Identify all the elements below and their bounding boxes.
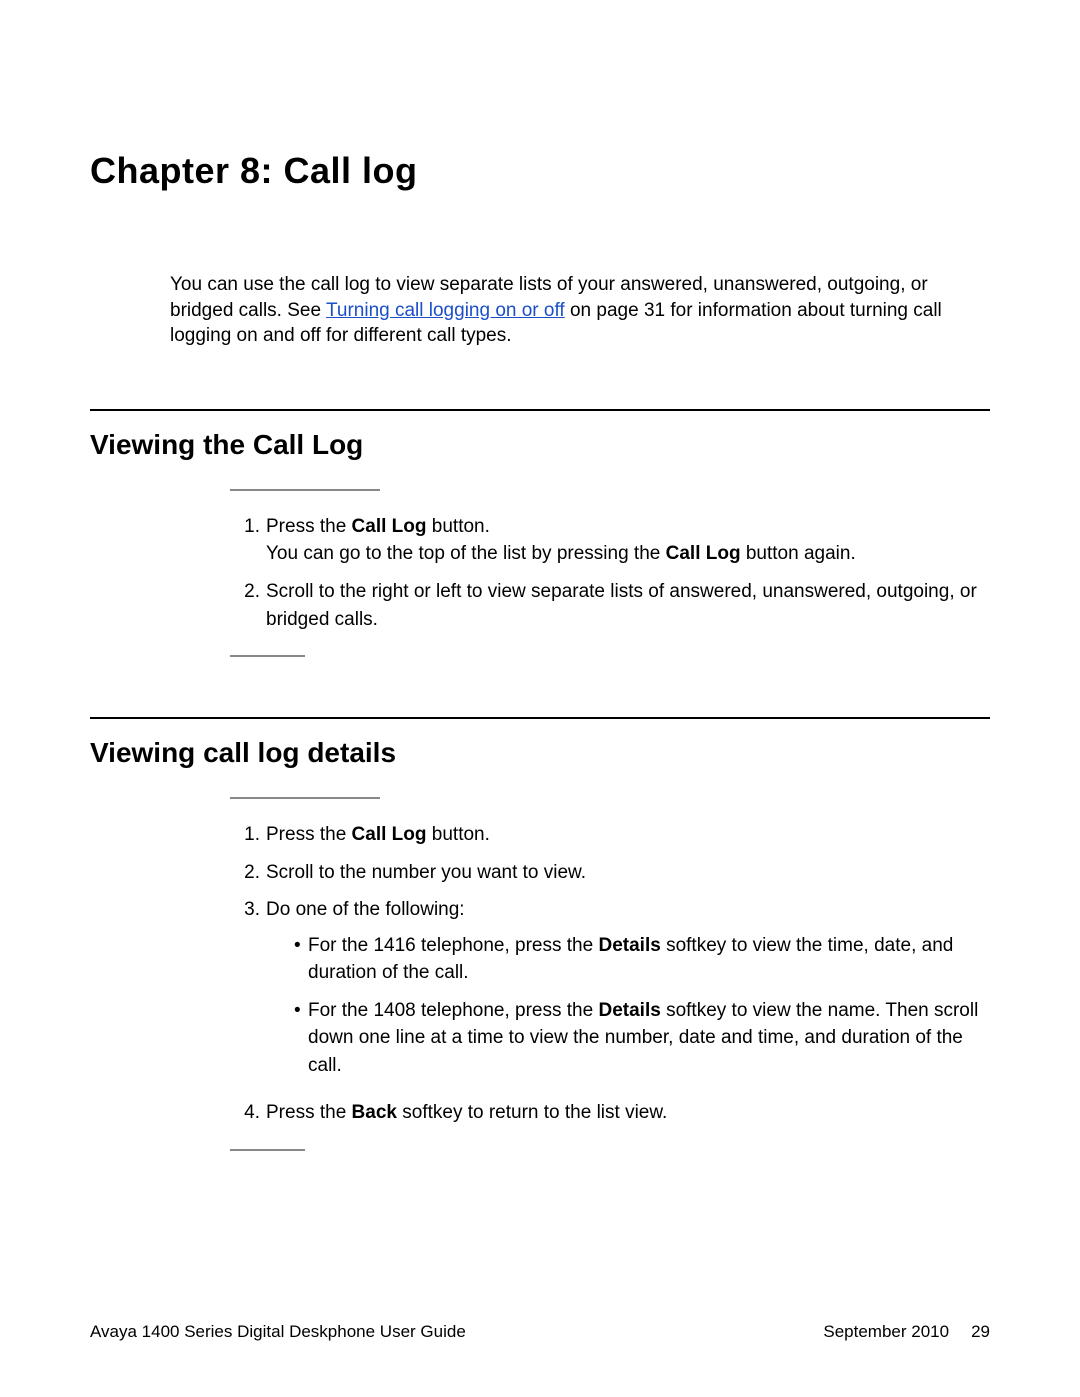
bullet-item: • For the 1408 telephone, press the Deta… (294, 997, 980, 1080)
step-body: Press the Call Log button. You can go to… (266, 513, 980, 568)
bullet-item: • For the 1416 telephone, press the Deta… (294, 932, 980, 987)
bold-call-log: Call Log (666, 543, 741, 564)
step-item: 2. Scroll to the right or left to view s… (240, 578, 980, 633)
text: For the 1408 telephone, press the (308, 1000, 598, 1021)
step-number: 2. (240, 859, 266, 887)
footer-doc-title: Avaya 1400 Series Digital Deskphone User… (90, 1322, 466, 1342)
steps-end-rule (230, 1149, 305, 1151)
bullet-body: For the 1408 telephone, press the Detail… (308, 997, 980, 1080)
text: Do one of the following: (266, 899, 465, 920)
section-title-viewing-call-log: Viewing the Call Log (90, 429, 990, 461)
step-item: 1. Press the Call Log button. (240, 821, 980, 849)
chapter-title: Chapter 8: Call log (90, 150, 990, 192)
step-body: Press the Call Log button. (266, 821, 980, 849)
step-number: 4. (240, 1099, 266, 1127)
steps-section1: 1. Press the Call Log button. You can go… (240, 513, 980, 633)
step-number: 1. (240, 513, 266, 568)
step-item: 1. Press the Call Log button. You can go… (240, 513, 980, 568)
step-number: 3. (240, 896, 266, 1089)
section-divider (90, 717, 990, 719)
bold-call-log: Call Log (352, 516, 427, 537)
text: Press the (266, 824, 352, 845)
bold-back: Back (352, 1102, 397, 1123)
text: button. (427, 516, 490, 537)
steps-start-rule (230, 797, 380, 799)
bold-details: Details (598, 1000, 660, 1021)
bullet-body: For the 1416 telephone, press the Detail… (308, 932, 980, 987)
footer-date: September 2010 (823, 1322, 949, 1342)
link-turning-call-logging[interactable]: Turning call logging on or off (326, 300, 565, 321)
step-body: Do one of the following: • For the 1416 … (266, 896, 980, 1089)
step-number: 2. (240, 578, 266, 633)
steps-section2: 1. Press the Call Log button. 2. Scroll … (240, 821, 980, 1127)
text: You can go to the top of the list by pre… (266, 543, 666, 564)
bullet-icon: • (294, 932, 308, 987)
text: button. (427, 824, 490, 845)
text: For the 1416 telephone, press the (308, 935, 598, 956)
bold-details: Details (598, 935, 660, 956)
step-body: Press the Back softkey to return to the … (266, 1099, 980, 1127)
text: Press the (266, 1102, 352, 1123)
steps-start-rule (230, 489, 380, 491)
text: Press the (266, 516, 352, 537)
step-item: 3. Do one of the following: • For the 14… (240, 896, 980, 1089)
steps-end-rule (230, 655, 305, 657)
step-body: Scroll to the right or left to view sepa… (266, 578, 980, 633)
sub-bullets: • For the 1416 telephone, press the Deta… (294, 932, 980, 1080)
section-title-viewing-call-log-details: Viewing call log details (90, 737, 990, 769)
intro-paragraph: You can use the call log to view separat… (170, 272, 980, 349)
page-footer: Avaya 1400 Series Digital Deskphone User… (90, 1322, 990, 1342)
step-item: 2. Scroll to the number you want to view… (240, 859, 980, 887)
footer-right: September 2010 29 (823, 1322, 990, 1342)
text: button again. (741, 543, 856, 564)
bullet-icon: • (294, 997, 308, 1080)
footer-page-number: 29 (971, 1322, 990, 1342)
step-body: Scroll to the number you want to view. (266, 859, 980, 887)
section-divider (90, 409, 990, 411)
document-page: Chapter 8: Call log You can use the call… (0, 0, 1080, 1397)
bold-call-log: Call Log (352, 824, 427, 845)
text: softkey to return to the list view. (397, 1102, 667, 1123)
step-number: 1. (240, 821, 266, 849)
step-item: 4. Press the Back softkey to return to t… (240, 1099, 980, 1127)
